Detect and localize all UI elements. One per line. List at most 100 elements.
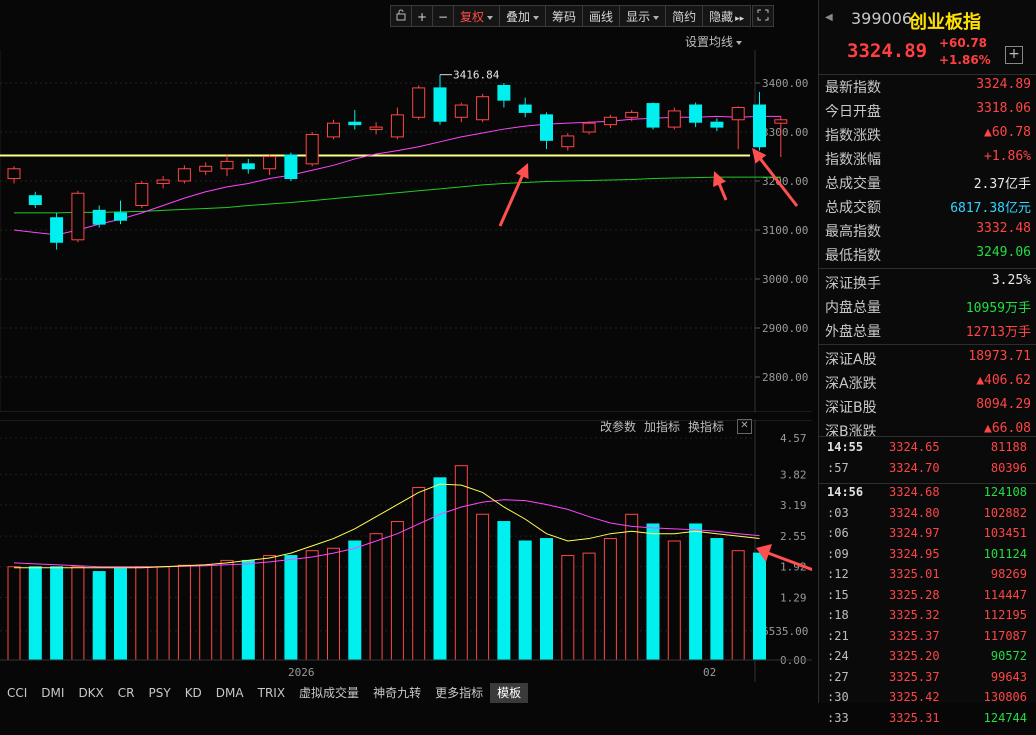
tab-3[interactable]: CR bbox=[111, 683, 142, 703]
volume-bar bbox=[390, 521, 404, 661]
volume-bar bbox=[667, 540, 681, 661]
volume-bar bbox=[50, 566, 64, 661]
quote-label: 深证B股 bbox=[825, 400, 877, 416]
candle-body bbox=[518, 104, 532, 113]
volume-bar bbox=[348, 540, 362, 661]
settings-ma-link[interactable]: 设置均线 bbox=[685, 33, 743, 50]
tick-time: :06 bbox=[827, 526, 849, 540]
quote-row: 最新指数 3324.89 bbox=[825, 77, 1031, 101]
price-change: +60.78 bbox=[939, 36, 988, 50]
tab-0[interactable]: CCI bbox=[0, 683, 34, 703]
volume-bar bbox=[369, 533, 383, 661]
index-name: 创业板指 bbox=[909, 12, 981, 33]
tab-7[interactable]: TRIX bbox=[251, 683, 292, 703]
tab-4[interactable]: PSY bbox=[142, 683, 178, 703]
price-axis-label: 2800.00 bbox=[762, 371, 808, 384]
candle-body bbox=[327, 122, 340, 138]
tick-volume: 102882 bbox=[983, 505, 1027, 520]
quote-value: 6817.38亿元 bbox=[950, 201, 1031, 216]
candle-body bbox=[390, 114, 404, 138]
candle-body bbox=[241, 163, 255, 170]
price-axis-label: 3300.00 bbox=[762, 126, 808, 139]
quote-value: 8094.29 bbox=[976, 397, 1031, 412]
volume-bar bbox=[476, 513, 490, 661]
volume-axis-label: 2.55 bbox=[780, 530, 807, 543]
simple-button[interactable]: 简约 bbox=[665, 5, 704, 27]
candle-body bbox=[625, 111, 639, 118]
quote-value: 3332.48 bbox=[976, 221, 1031, 236]
x-axis-label: 2026 bbox=[288, 666, 315, 679]
zoom-in-button[interactable]: + bbox=[411, 5, 433, 27]
volume-bar bbox=[497, 521, 511, 661]
candle-body bbox=[540, 114, 553, 141]
double-arrow-icon: ▸▸ bbox=[735, 14, 745, 24]
quote-value: +1.86% bbox=[984, 149, 1031, 164]
add-watchlist-button[interactable]: + bbox=[1005, 46, 1023, 64]
volume-bar bbox=[177, 564, 191, 661]
quote-value: 10959万手 bbox=[965, 301, 1031, 316]
tick-price: 3325.01 bbox=[889, 567, 940, 581]
display-button[interactable]: 显示 bbox=[619, 5, 667, 27]
tab-5[interactable]: KD bbox=[178, 683, 209, 703]
fullscreen-icon[interactable] bbox=[752, 5, 775, 27]
tick-time: :24 bbox=[827, 649, 849, 663]
quote-label: 总成交量 bbox=[825, 176, 881, 192]
candle-body bbox=[582, 122, 596, 133]
quote-value: 3318.06 bbox=[976, 101, 1031, 116]
arrow-shaft bbox=[498, 169, 527, 227]
tab-8[interactable]: 虚拟成交量 bbox=[292, 683, 366, 703]
tick-time: :57 bbox=[827, 460, 849, 475]
tick-time: :03 bbox=[827, 505, 849, 520]
indicator-tabs: CCI DMI DKX CR PSY KD DMA TRIX 虚拟成交量 神奇九转 更多指标 模板 bbox=[0, 683, 810, 703]
tab-6[interactable]: DMA bbox=[209, 683, 251, 703]
annotation-arrow bbox=[498, 163, 529, 227]
tick-price: 3324.80 bbox=[889, 505, 940, 520]
back-arrow-icon[interactable]: ◀ bbox=[825, 12, 833, 23]
index-code: 399006 bbox=[851, 9, 913, 28]
candle-body bbox=[305, 133, 319, 165]
candle-body bbox=[603, 116, 617, 126]
tab-9[interactable]: 神奇九转 bbox=[366, 683, 428, 703]
volume-bar bbox=[603, 538, 617, 661]
volume-bar bbox=[7, 566, 21, 661]
tick-price: 3324.68 bbox=[889, 485, 940, 499]
tick-price: 3325.32 bbox=[889, 608, 940, 622]
volume-bar bbox=[753, 552, 766, 661]
quote-row: 指数涨幅 +1.86% bbox=[825, 149, 1031, 173]
quote-row: 最低指数 3249.06 bbox=[825, 245, 1031, 269]
hide-button[interactable]: 隐藏 ▸▸ bbox=[702, 5, 752, 27]
chips-button[interactable]: 筹码 bbox=[545, 5, 584, 27]
tab-1[interactable]: DMI bbox=[34, 683, 71, 703]
candle-body bbox=[7, 168, 21, 180]
volume-bar bbox=[731, 550, 745, 661]
quote-label: 指数涨跌 bbox=[825, 128, 881, 144]
chevron-down-icon bbox=[736, 40, 743, 45]
quote-value: 3324.89 bbox=[976, 77, 1031, 92]
tab-11[interactable]: 模板 bbox=[490, 683, 529, 703]
draw-line-button[interactable]: 画线 bbox=[582, 5, 621, 27]
candle-body bbox=[369, 126, 383, 131]
volume-bar bbox=[199, 564, 213, 661]
quote-row: 总成交额 6817.38亿元 bbox=[825, 197, 1031, 221]
price-chart[interactable]: 3400.003300.003200.003100.003000.002900.… bbox=[0, 50, 812, 412]
tab-2[interactable]: DKX bbox=[71, 683, 110, 703]
tick-price: 3325.31 bbox=[889, 710, 940, 725]
tick-price: 3325.37 bbox=[889, 669, 940, 684]
zoom-out-button[interactable]: − bbox=[432, 5, 454, 27]
chevron-down-icon bbox=[533, 15, 540, 20]
volume-bar bbox=[689, 523, 703, 661]
volume-bar bbox=[263, 555, 277, 661]
candle-body bbox=[28, 195, 42, 206]
overlay-button[interactable]: 叠加 bbox=[499, 5, 547, 27]
volume-chart[interactable]: 4.573.823.192.551.921.296535.000.002026 0… bbox=[0, 420, 812, 682]
lock-icon[interactable] bbox=[390, 5, 412, 27]
volume-bar bbox=[540, 538, 553, 661]
restore-rights-button[interactable]: 复权 bbox=[453, 5, 501, 27]
candle-body bbox=[667, 110, 681, 128]
tab-10[interactable]: 更多指标 bbox=[428, 683, 490, 703]
tick-volume: 130806 bbox=[983, 690, 1027, 704]
tick-volume: 117087 bbox=[983, 628, 1027, 643]
quote-value: ▲406.62 bbox=[976, 373, 1031, 388]
x-axis-label: 02 bbox=[703, 666, 716, 679]
candle-body bbox=[92, 209, 106, 225]
